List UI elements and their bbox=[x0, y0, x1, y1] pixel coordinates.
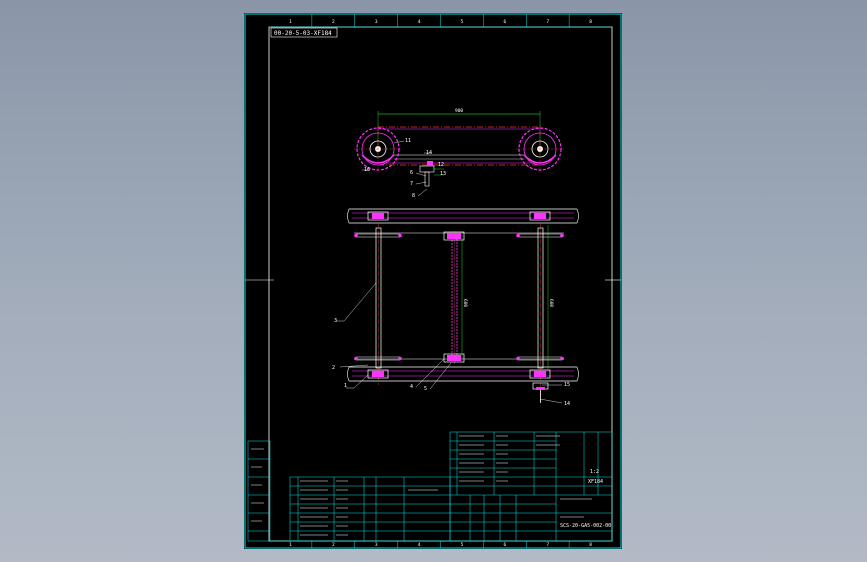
sprocket-view: 900 bbox=[354, 108, 564, 187]
sheet-outer-border bbox=[244, 13, 622, 549]
border-zone-number: 3 bbox=[375, 542, 378, 548]
cad-drawing: 12345678 12345678 00-20-5-03-XF184 900 1… bbox=[244, 13, 622, 549]
revision-table bbox=[247, 440, 271, 542]
callout-11: 11 bbox=[405, 138, 411, 144]
sprocket-right bbox=[516, 125, 564, 173]
callout-12: 12 bbox=[438, 162, 444, 168]
border-zone-number: 4 bbox=[418, 19, 421, 25]
callout-16: 16 bbox=[364, 167, 370, 173]
border-zone-number: 2 bbox=[332, 19, 335, 25]
border-zone-number: 5 bbox=[461, 542, 464, 548]
dimension-vertical-1: 600 bbox=[462, 299, 468, 307]
border-zone-number: 8 bbox=[589, 19, 592, 25]
border-zone-number: 2 bbox=[332, 542, 335, 548]
border-zone-number: 1 bbox=[289, 542, 292, 548]
cad-viewport[interactable]: 12345678 12345678 00-20-5-03-XF184 900 1… bbox=[244, 13, 622, 549]
callout-7: 7 bbox=[410, 181, 413, 187]
parts-list bbox=[289, 476, 451, 542]
border-zone-number: 5 bbox=[461, 19, 464, 25]
dimension-vertical-2: 600 bbox=[548, 299, 554, 307]
callout-14b: 14 bbox=[564, 401, 570, 407]
border-zone-number: 7 bbox=[546, 19, 549, 25]
sprocket-left bbox=[354, 125, 402, 173]
callout-1: 1 bbox=[344, 383, 347, 389]
title-block-text-placeholders bbox=[459, 435, 592, 518]
border-zone-number: 8 bbox=[589, 542, 592, 548]
callout-2: 2 bbox=[332, 365, 335, 371]
callout-15: 15 bbox=[564, 382, 570, 388]
border-zone-number: 6 bbox=[503, 19, 506, 25]
callout-4: 4 bbox=[410, 384, 413, 390]
border-zone-number: 6 bbox=[503, 542, 506, 548]
border-zone-number: 4 bbox=[418, 542, 421, 548]
border-zone-number: 3 bbox=[375, 19, 378, 25]
callouts-front bbox=[336, 282, 563, 404]
border-zone-number: 1 bbox=[289, 19, 292, 25]
title-tag: 00-20-5-03-XF184 bbox=[274, 30, 332, 37]
sheet-inner-border bbox=[268, 26, 613, 542]
title-block-scale: 1:2 bbox=[590, 469, 599, 475]
callout-8: 8 bbox=[412, 193, 415, 199]
conveyor-view: 600 600 bbox=[347, 208, 579, 403]
title-block-name: XF184 bbox=[588, 479, 603, 485]
callout-3: 3 bbox=[334, 318, 337, 324]
callout-13: 13 bbox=[440, 171, 446, 177]
title-block-drawing-number: SCS-20-GA5-002-00 bbox=[560, 523, 611, 529]
callouts-top bbox=[362, 140, 432, 197]
callout-6: 6 bbox=[410, 170, 413, 176]
dimension-top: 900 bbox=[455, 108, 463, 114]
border-zone-number: 7 bbox=[546, 542, 549, 548]
callout-14: 14 bbox=[426, 150, 432, 156]
callout-5: 5 bbox=[424, 386, 427, 392]
